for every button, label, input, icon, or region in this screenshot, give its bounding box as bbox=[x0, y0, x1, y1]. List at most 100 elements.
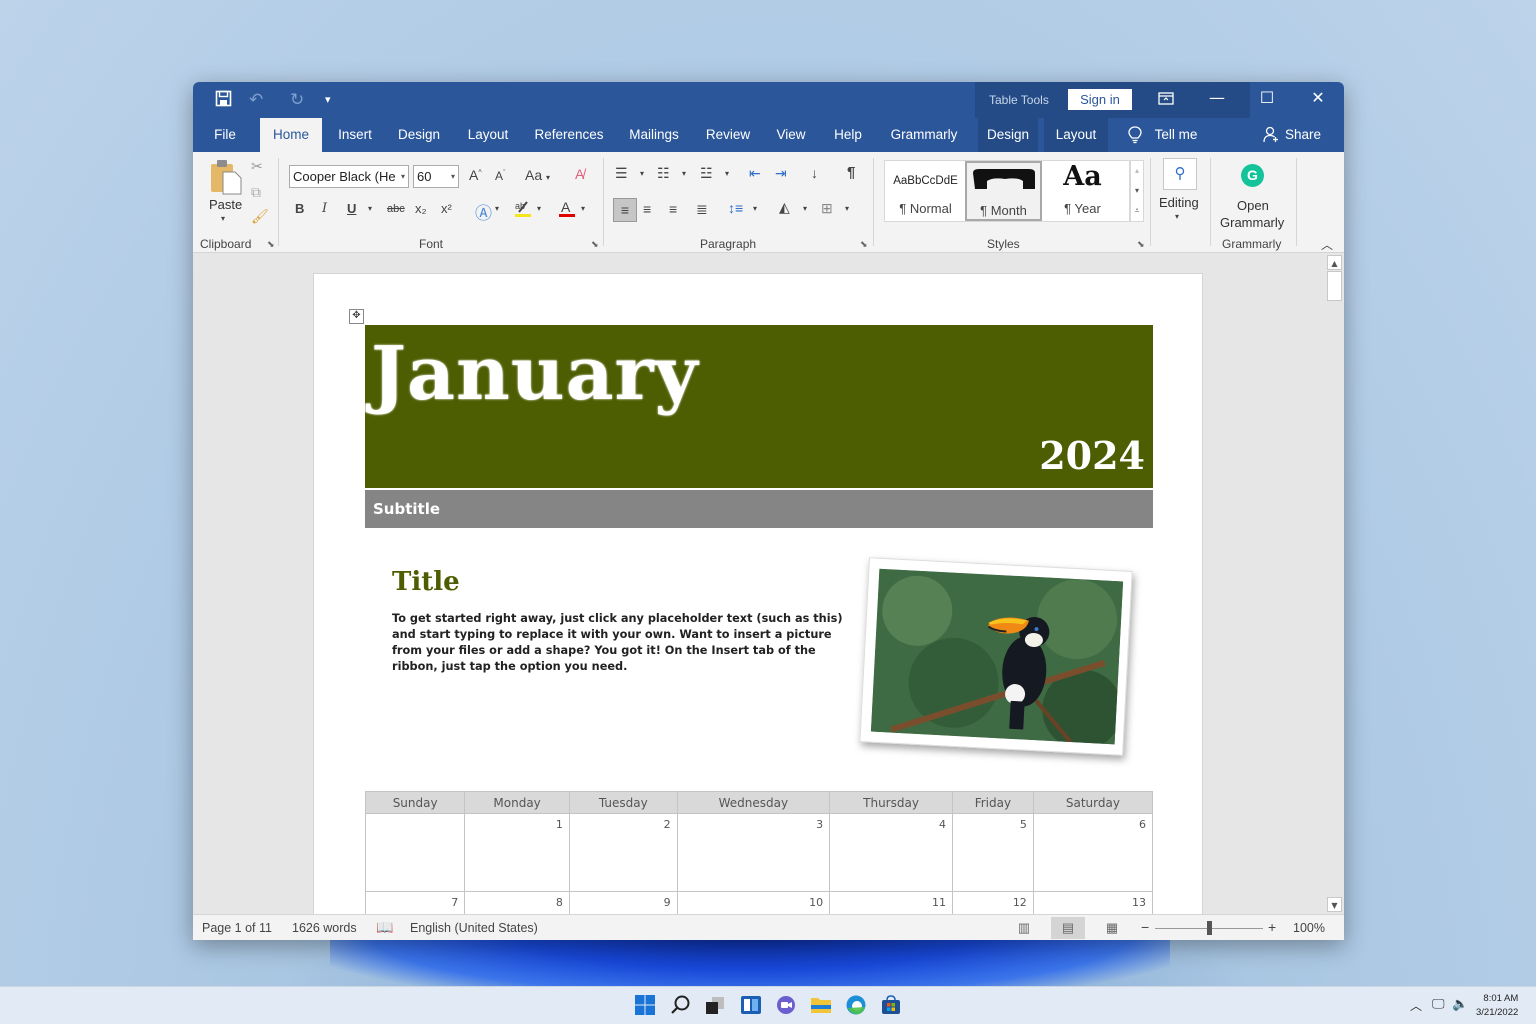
redo-icon[interactable]: ↻ bbox=[290, 90, 304, 110]
file-explorer-icon[interactable] bbox=[810, 994, 834, 1018]
undo-icon[interactable]: ↶ bbox=[249, 90, 263, 110]
minimize-button[interactable]: — bbox=[1202, 88, 1232, 107]
year-heading[interactable]: 2024 bbox=[1039, 433, 1145, 478]
tab-review[interactable]: Review bbox=[700, 118, 756, 152]
table-move-handle-icon[interactable]: ✥ bbox=[349, 309, 364, 324]
month-heading[interactable]: January bbox=[371, 331, 699, 417]
customize-qat-icon[interactable]: ▾ bbox=[325, 93, 331, 106]
store-icon[interactable] bbox=[880, 994, 904, 1018]
collapse-ribbon-icon[interactable]: ︿ bbox=[1321, 236, 1333, 253]
clear-formatting-icon[interactable]: A̸ bbox=[575, 166, 584, 182]
paste-label[interactable]: Paste bbox=[209, 197, 242, 212]
zoom-level[interactable]: 100% bbox=[1293, 921, 1325, 935]
photo-frame[interactable] bbox=[859, 557, 1133, 756]
day-cell[interactable]: 2 bbox=[568, 813, 678, 892]
day-cell[interactable]: 6 bbox=[1032, 813, 1154, 892]
find-search-icon[interactable]: ⚲ bbox=[1163, 158, 1197, 190]
day-cell[interactable]: 5 bbox=[951, 813, 1034, 892]
tab-view[interactable]: View bbox=[770, 118, 812, 152]
paste-icon[interactable] bbox=[209, 158, 243, 199]
cut-icon[interactable]: ✂ bbox=[251, 158, 263, 175]
bullets-icon[interactable]: ☰ bbox=[615, 165, 628, 182]
volume-icon[interactable]: 🔈 bbox=[1452, 997, 1468, 1012]
print-layout-icon[interactable]: ▤ bbox=[1051, 917, 1085, 939]
numbering-icon[interactable]: ☷ bbox=[657, 165, 670, 182]
tab-references[interactable]: References bbox=[530, 118, 608, 152]
edge-icon[interactable] bbox=[845, 994, 869, 1018]
body-paragraph[interactable]: To get started right away, just click an… bbox=[392, 611, 847, 675]
shading-icon[interactable]: ◭ bbox=[779, 199, 790, 216]
tab-mailings[interactable]: Mailings bbox=[622, 118, 686, 152]
day-cell[interactable] bbox=[364, 813, 466, 892]
sort-icon[interactable]: ↓ bbox=[811, 165, 818, 181]
underline-button[interactable]: U bbox=[347, 201, 356, 216]
ribbon-display-options-icon[interactable] bbox=[1151, 90, 1181, 109]
tab-insert[interactable]: Insert bbox=[331, 118, 379, 152]
styles-scroll[interactable]: ▴ ▾ ⩡ bbox=[1130, 160, 1144, 222]
tab-help[interactable]: Help bbox=[826, 118, 870, 152]
sign-in-button[interactable]: Sign in bbox=[1068, 89, 1132, 110]
bold-button[interactable]: B bbox=[295, 201, 304, 216]
show-marks-button[interactable]: ¶ bbox=[847, 164, 855, 181]
editing-dropdown-icon[interactable]: ▾ bbox=[1175, 212, 1179, 221]
word-count[interactable]: 1626 words bbox=[292, 921, 357, 935]
network-icon[interactable]: 🖵 bbox=[1432, 997, 1445, 1012]
styles-launcher-icon[interactable]: ⬊ bbox=[1137, 239, 1145, 250]
font-size-combo[interactable]: 60 ▾ bbox=[413, 165, 459, 188]
scroll-thumb[interactable] bbox=[1327, 271, 1342, 301]
zoom-out-button[interactable]: − bbox=[1141, 919, 1149, 935]
paragraph-launcher-icon[interactable]: ⬊ bbox=[860, 239, 868, 250]
save-icon[interactable] bbox=[215, 90, 232, 112]
align-right-button[interactable]: ≡ bbox=[669, 201, 677, 217]
clipboard-launcher-icon[interactable]: ⬊ bbox=[267, 239, 275, 250]
shading-dropdown-icon[interactable]: ▾ bbox=[803, 204, 807, 213]
multilevel-list-icon[interactable]: ☳ bbox=[700, 165, 713, 182]
tab-layout[interactable]: Layout bbox=[461, 118, 515, 152]
document-page[interactable]: ✥ January 2024 Subtitle Title To get sta… bbox=[313, 273, 1203, 914]
shrink-font-icon[interactable]: Aˇ bbox=[495, 169, 505, 183]
paste-dropdown-icon[interactable]: ▾ bbox=[221, 214, 225, 223]
open-grammarly-line2[interactable]: Grammarly bbox=[1220, 215, 1284, 230]
tab-table-design[interactable]: Design bbox=[978, 118, 1038, 152]
title-heading[interactable]: Title bbox=[392, 567, 460, 597]
superscript-button[interactable]: x² bbox=[441, 201, 452, 216]
multilevel-dropdown-icon[interactable]: ▾ bbox=[725, 169, 729, 178]
copy-icon[interactable]: ⧉ bbox=[251, 184, 261, 201]
share-button[interactable]: Share bbox=[1283, 118, 1323, 152]
show-hidden-icons-icon[interactable]: ︿ bbox=[1410, 997, 1422, 1014]
bullets-dropdown-icon[interactable]: ▾ bbox=[640, 169, 644, 178]
vertical-scrollbar[interactable]: ▲ ▼ bbox=[1326, 253, 1343, 914]
system-clock[interactable]: 8:01 AM 3/21/2022 bbox=[1476, 992, 1518, 1020]
more-styles-icon[interactable]: ⩡ bbox=[1131, 201, 1143, 221]
start-icon[interactable] bbox=[634, 994, 658, 1018]
increase-indent-icon[interactable]: ⇥ bbox=[775, 165, 787, 182]
language-status[interactable]: English (United States) bbox=[410, 921, 538, 935]
search-icon[interactable] bbox=[670, 994, 694, 1018]
day-cell[interactable]: 12 bbox=[951, 891, 1034, 914]
subtitle-bar[interactable]: Subtitle bbox=[365, 490, 1153, 528]
day-cell[interactable]: 13 bbox=[1032, 891, 1154, 914]
open-grammarly-line1[interactable]: Open bbox=[1237, 198, 1269, 213]
format-painter-icon[interactable]: 🖌 bbox=[251, 208, 269, 225]
day-cell[interactable]: 11 bbox=[829, 891, 953, 914]
tab-file[interactable]: File bbox=[205, 118, 245, 152]
page-count[interactable]: Page 1 of 11 bbox=[202, 921, 272, 935]
day-cell[interactable]: 8 bbox=[464, 891, 570, 914]
strikethrough-button[interactable]: abc bbox=[387, 203, 405, 215]
task-view-icon[interactable] bbox=[704, 994, 728, 1018]
tab-home[interactable]: Home bbox=[260, 118, 322, 152]
scroll-up-arrow-icon[interactable]: ▲ bbox=[1327, 255, 1342, 270]
font-color-icon[interactable]: A bbox=[557, 198, 577, 221]
underline-dropdown-icon[interactable]: ▾ bbox=[368, 204, 372, 213]
day-cell[interactable]: 10 bbox=[676, 891, 831, 914]
borders-dropdown-icon[interactable]: ▾ bbox=[845, 204, 849, 213]
tab-grammarly[interactable]: Grammarly bbox=[884, 118, 964, 152]
teams-chat-icon[interactable] bbox=[775, 994, 799, 1018]
editing-button[interactable]: Editing bbox=[1159, 195, 1199, 210]
text-effects-dropdown-icon[interactable]: ▾ bbox=[495, 204, 499, 213]
day-cell[interactable]: 7 bbox=[364, 891, 466, 914]
day-cell[interactable]: 9 bbox=[568, 891, 678, 914]
borders-icon[interactable]: ⊞ bbox=[821, 200, 833, 217]
day-cell[interactable]: 1 bbox=[464, 813, 570, 892]
web-layout-icon[interactable]: ▦ bbox=[1095, 917, 1129, 939]
